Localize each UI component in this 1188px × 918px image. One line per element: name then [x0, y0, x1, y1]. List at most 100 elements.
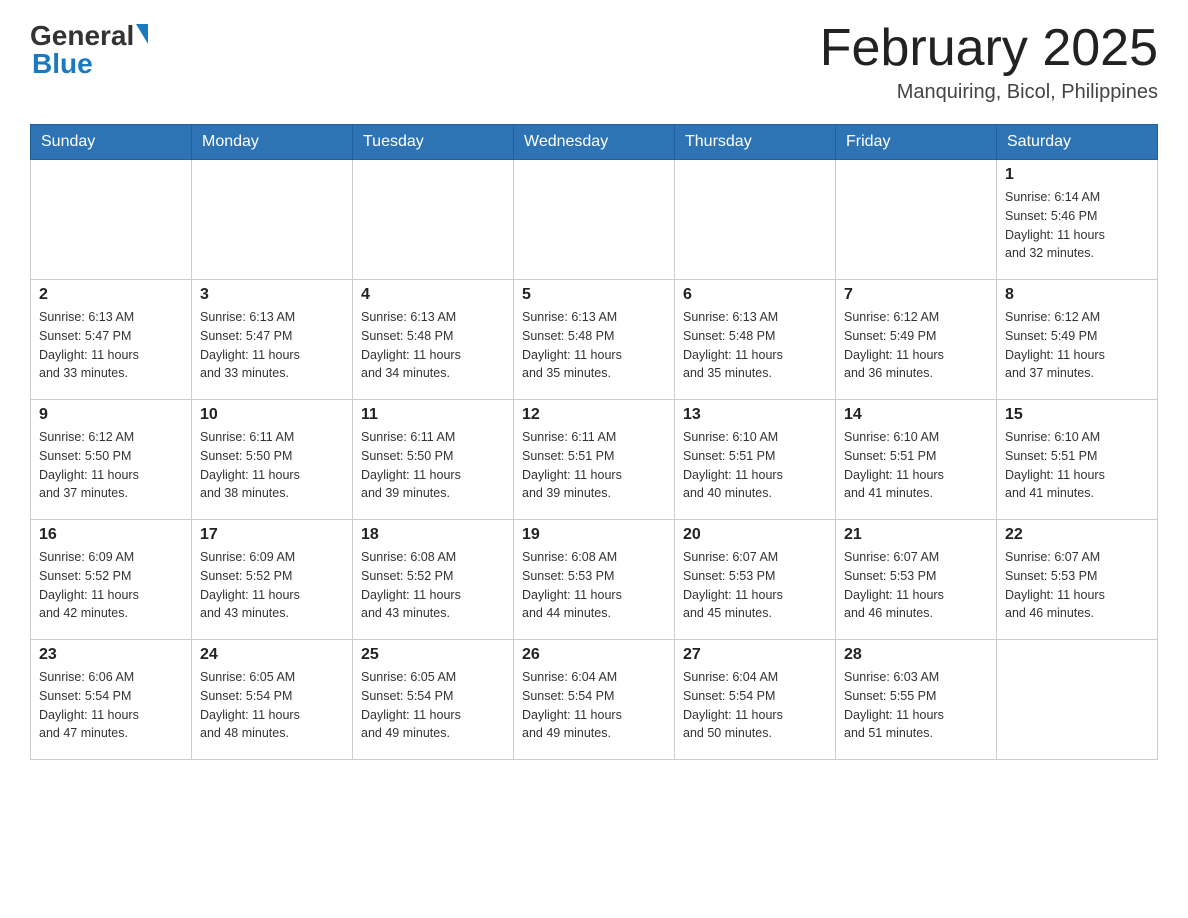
page-header: General Blue February 2025 Manquiring, B…: [30, 20, 1158, 104]
calendar-cell: 26 Sunrise: 6:04 AMSunset: 5:54 PMDayligh…: [514, 640, 675, 760]
day-info: Sunrise: 6:10 AMSunset: 5:51 PMDaylight:…: [844, 428, 988, 503]
calendar-cell: 3 Sunrise: 6:13 AMSunset: 5:47 PMDaylight…: [192, 280, 353, 400]
calendar-cell: 23 Sunrise: 6:06 AMSunset: 5:54 PMDayligh…: [31, 640, 192, 760]
day-info: Sunrise: 6:06 AMSunset: 5:54 PMDaylight:…: [39, 668, 183, 743]
logo-triangle-icon: [136, 24, 148, 44]
day-info: Sunrise: 6:11 AMSunset: 5:50 PMDaylight:…: [200, 428, 344, 503]
calendar-cell: 4 Sunrise: 6:13 AMSunset: 5:48 PMDaylight…: [353, 280, 514, 400]
day-number: 17: [200, 526, 344, 544]
calendar-cell: 28Sunrise: 6:03 AMSunset: 5:55 PMDayligh…: [836, 640, 997, 760]
day-info: Sunrise: 6:12 AMSunset: 5:50 PMDaylight:…: [39, 428, 183, 503]
calendar-cell: 9 Sunrise: 6:12 AMSunset: 5:50 PMDaylight…: [31, 400, 192, 520]
day-info: Sunrise: 6:09 AMSunset: 5:52 PMDaylight:…: [200, 548, 344, 623]
calendar-cell: 6 Sunrise: 6:13 AMSunset: 5:48 PMDaylight…: [675, 280, 836, 400]
day-number: 9: [39, 406, 183, 424]
day-number: 19: [522, 526, 666, 544]
month-title: February 2025: [820, 20, 1158, 77]
title-area: February 2025 Manquiring, Bicol, Philipp…: [820, 20, 1158, 104]
day-info: Sunrise: 6:13 AMSunset: 5:47 PMDaylight:…: [200, 308, 344, 383]
logo: General Blue: [30, 20, 148, 80]
week-row-3: 9 Sunrise: 6:12 AMSunset: 5:50 PMDaylight…: [31, 400, 1158, 520]
calendar-cell: 2Sunrise: 6:13 AMSunset: 5:47 PMDaylight…: [31, 280, 192, 400]
week-row-1: 1 Sunrise: 6:14 AMSunset: 5:46 PMDaylight…: [31, 160, 1158, 280]
week-row-2: 2 Sunrise: 6:13 AMSunset: 5:47 PMDaylight…: [31, 280, 1158, 400]
day-number: 20: [683, 526, 827, 544]
day-number: 22: [1005, 526, 1149, 544]
day-info: Sunrise: 6:10 AMSunset: 5:51 PMDaylight:…: [683, 428, 827, 503]
day-number: 23: [39, 646, 183, 664]
calendar-cell: 25 Sunrise: 6:05 AMSunset: 5:54 PMDayligh…: [353, 640, 514, 760]
calendar-cell: [836, 160, 997, 280]
day-number: 24: [200, 646, 344, 664]
calendar-cell: 8 Sunrise: 6:12 AMSunset: 5:49 PMDaylight…: [997, 280, 1158, 400]
day-info: Sunrise: 6:14 AMSunset: 5:46 PMDaylight:…: [1005, 188, 1149, 263]
location-title: Manquiring, Bicol, Philippines: [820, 81, 1158, 104]
day-number: 28: [844, 646, 988, 664]
week-row-5: 23 Sunrise: 6:06 AMSunset: 5:54 PMDayligh…: [31, 640, 1158, 760]
day-info: Sunrise: 6:08 AMSunset: 5:52 PMDaylight:…: [361, 548, 505, 623]
day-number: 15: [1005, 406, 1149, 424]
calendar-cell: 20 Sunrise: 6:07 AMSunset: 5:53 PMDayligh…: [675, 520, 836, 640]
calendar-cell: 1 Sunrise: 6:14 AMSunset: 5:46 PMDaylight…: [997, 160, 1158, 280]
day-info: Sunrise: 6:07 AMSunset: 5:53 PMDaylight:…: [683, 548, 827, 623]
day-info: Sunrise: 6:07 AMSunset: 5:53 PMDaylight:…: [1005, 548, 1149, 623]
day-info: Sunrise: 6:11 AMSunset: 5:50 PMDaylight:…: [361, 428, 505, 503]
day-number: 11: [361, 406, 505, 424]
day-number: 14: [844, 406, 988, 424]
logo-blue-text: Blue: [32, 48, 93, 79]
day-number: 2: [39, 286, 183, 304]
day-number: 13: [683, 406, 827, 424]
weekday-header-sunday: Sunday: [31, 125, 192, 160]
day-number: 3: [200, 286, 344, 304]
calendar-cell: 19 Sunrise: 6:08 AMSunset: 5:53 PMDayligh…: [514, 520, 675, 640]
calendar-cell: 11 Sunrise: 6:11 AMSunset: 5:50 PMDayligh…: [353, 400, 514, 520]
week-row-4: 16 Sunrise: 6:09 AMSunset: 5:52 PMDayligh…: [31, 520, 1158, 640]
calendar-cell: 17 Sunrise: 6:09 AMSunset: 5:52 PMDayligh…: [192, 520, 353, 640]
day-info: Sunrise: 6:05 AMSunset: 5:54 PMDaylight:…: [361, 668, 505, 743]
day-number: 6: [683, 286, 827, 304]
calendar-cell: 16Sunrise: 6:09 AMSunset: 5:52 PMDayligh…: [31, 520, 192, 640]
day-info: Sunrise: 6:05 AMSunset: 5:54 PMDaylight:…: [200, 668, 344, 743]
day-info: Sunrise: 6:12 AMSunset: 5:49 PMDaylight:…: [1005, 308, 1149, 383]
calendar-cell: 15Sunrise: 6:10 AMSunset: 5:51 PMDayligh…: [997, 400, 1158, 520]
calendar-cell: 14 Sunrise: 6:10 AMSunset: 5:51 PMDayligh…: [836, 400, 997, 520]
day-number: 25: [361, 646, 505, 664]
day-number: 7: [844, 286, 988, 304]
day-number: 16: [39, 526, 183, 544]
calendar-cell: [997, 640, 1158, 760]
calendar-table: SundayMondayTuesdayWednesdayThursdayFrid…: [30, 124, 1158, 760]
weekday-header-friday: Friday: [836, 125, 997, 160]
day-number: 1: [1005, 166, 1149, 184]
calendar-cell: 7Sunrise: 6:12 AMSunset: 5:49 PMDaylight…: [836, 280, 997, 400]
day-info: Sunrise: 6:04 AMSunset: 5:54 PMDaylight:…: [522, 668, 666, 743]
day-info: Sunrise: 6:13 AMSunset: 5:48 PMDaylight:…: [683, 308, 827, 383]
calendar-cell: 5Sunrise: 6:13 AMSunset: 5:48 PMDaylight…: [514, 280, 675, 400]
calendar-cell: 12 Sunrise: 6:11 AMSunset: 5:51 PMDayligh…: [514, 400, 675, 520]
calendar-cell: 27Sunrise: 6:04 AMSunset: 5:54 PMDayligh…: [675, 640, 836, 760]
weekday-header-tuesday: Tuesday: [353, 125, 514, 160]
calendar-cell: 10Sunrise: 6:11 AMSunset: 5:50 PMDayligh…: [192, 400, 353, 520]
calendar-cell: [353, 160, 514, 280]
day-number: 26: [522, 646, 666, 664]
calendar-cell: [192, 160, 353, 280]
day-info: Sunrise: 6:08 AMSunset: 5:53 PMDaylight:…: [522, 548, 666, 623]
day-number: 18: [361, 526, 505, 544]
calendar-cell: 22 Sunrise: 6:07 AMSunset: 5:53 PMDayligh…: [997, 520, 1158, 640]
day-info: Sunrise: 6:13 AMSunset: 5:48 PMDaylight:…: [522, 308, 666, 383]
calendar-cell: [514, 160, 675, 280]
calendar-cell: 21Sunrise: 6:07 AMSunset: 5:53 PMDayligh…: [836, 520, 997, 640]
weekday-header-thursday: Thursday: [675, 125, 836, 160]
weekday-header-monday: Monday: [192, 125, 353, 160]
calendar-cell: [31, 160, 192, 280]
day-info: Sunrise: 6:07 AMSunset: 5:53 PMDaylight:…: [844, 548, 988, 623]
day-info: Sunrise: 6:13 AMSunset: 5:48 PMDaylight:…: [361, 308, 505, 383]
weekday-header-wednesday: Wednesday: [514, 125, 675, 160]
day-number: 8: [1005, 286, 1149, 304]
weekday-header-row: SundayMondayTuesdayWednesdayThursdayFrid…: [31, 125, 1158, 160]
day-info: Sunrise: 6:11 AMSunset: 5:51 PMDaylight:…: [522, 428, 666, 503]
calendar-cell: 18 Sunrise: 6:08 AMSunset: 5:52 PMDayligh…: [353, 520, 514, 640]
day-number: 4: [361, 286, 505, 304]
weekday-header-saturday: Saturday: [997, 125, 1158, 160]
day-number: 12: [522, 406, 666, 424]
day-number: 27: [683, 646, 827, 664]
